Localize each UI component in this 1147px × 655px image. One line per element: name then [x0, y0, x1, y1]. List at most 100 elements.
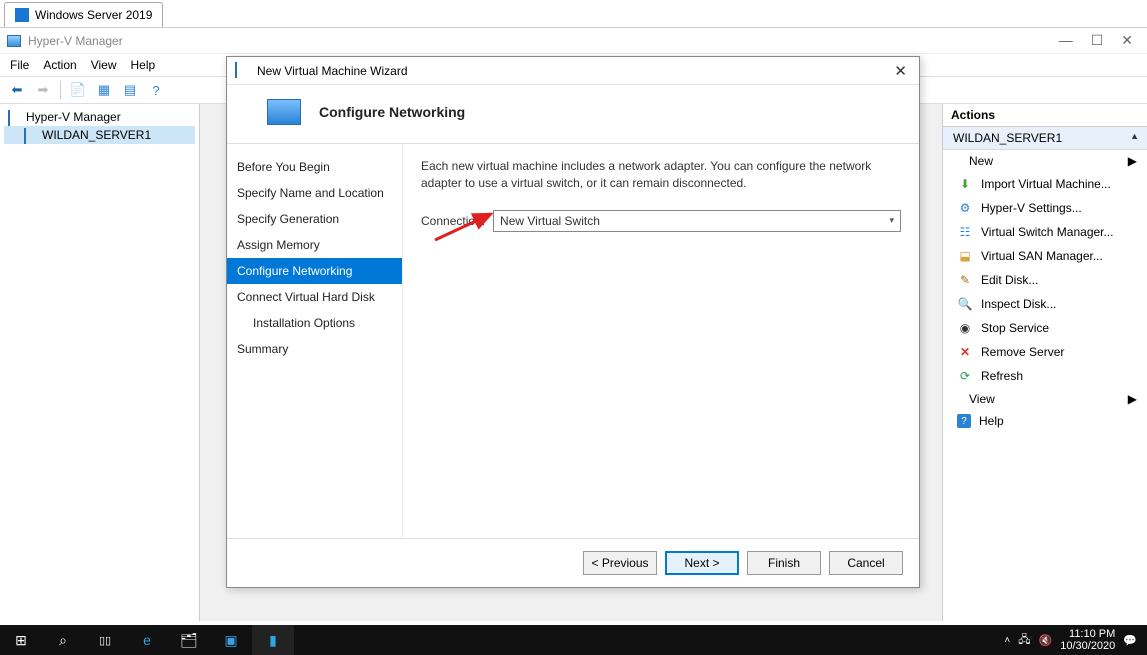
action-label: New [969, 154, 993, 168]
tray-sound-icon[interactable]: 🔇 [1039, 634, 1053, 647]
taskbar-time: 11:10 PM [1060, 628, 1115, 640]
wizard-body: Before You Begin Specify Name and Locati… [227, 144, 919, 538]
action-import-vm[interactable]: ⬇ Import Virtual Machine... [943, 172, 1147, 196]
import-icon: ⬇ [957, 176, 973, 192]
action-new[interactable]: New ▶ [943, 150, 1147, 172]
taskbar-right: ˄ 🖧 🔇 11:10 PM 10/30/2020 💬 [1004, 628, 1147, 652]
wizard-step-specify-name[interactable]: Specify Name and Location [227, 180, 402, 206]
actions-group-label: WILDAN_SERVER1 [953, 131, 1062, 145]
action-virtual-switch-manager[interactable]: ☷ Virtual Switch Manager... [943, 220, 1147, 244]
wizard-title: New Virtual Machine Wizard [257, 64, 890, 78]
previous-button[interactable]: < Previous [583, 551, 657, 575]
edit-disk-icon: ✎ [957, 272, 973, 288]
taskbar: ⊞ ⌕ ▯▯ e 🗂 ▣ ▮ ˄ 🖧 🔇 11:10 PM 10/30/2020… [0, 625, 1147, 655]
action-label: Import Virtual Machine... [981, 177, 1111, 191]
action-remove-server[interactable]: ✕ Remove Server [943, 340, 1147, 364]
start-button[interactable]: ⊞ [0, 625, 42, 655]
chevron-right-icon: ▶ [1128, 154, 1137, 168]
tray-network-icon[interactable]: 🖧 [1018, 631, 1030, 650]
action-inspect-disk[interactable]: 🔍 Inspect Disk... [943, 292, 1147, 316]
wizard-step-specify-generation[interactable]: Specify Generation [227, 206, 402, 232]
annotation-arrow-icon [433, 210, 503, 246]
action-label: Inspect Disk... [981, 297, 1056, 311]
browser-tab[interactable]: Windows Server 2019 [4, 2, 163, 27]
taskbar-server-manager[interactable]: ▣ [210, 625, 252, 655]
browser-tab-label: Windows Server 2019 [35, 8, 152, 22]
collapse-icon: ▲ [1130, 131, 1139, 145]
menu-view[interactable]: View [91, 58, 117, 72]
tree-root-label: Hyper-V Manager [26, 110, 121, 124]
action-help[interactable]: ? Help [943, 410, 1147, 432]
action-label: Edit Disk... [981, 273, 1038, 287]
action-edit-disk[interactable]: ✎ Edit Disk... [943, 268, 1147, 292]
wizard-step-assign-memory[interactable]: Assign Memory [227, 232, 402, 258]
actions-header: Actions [943, 104, 1147, 127]
action-label: Virtual Switch Manager... [981, 225, 1114, 239]
connection-dropdown[interactable]: New Virtual Switch ▾ [493, 210, 901, 232]
browser-tab-bar: Windows Server 2019 [0, 0, 1147, 28]
back-button[interactable]: ⬅ [6, 80, 28, 100]
stop-icon: ◉ [957, 320, 973, 336]
action-label: View [969, 392, 995, 406]
taskview-button[interactable]: ▯▯ [84, 625, 126, 655]
maximize-button[interactable]: ☐ [1091, 32, 1104, 49]
taskbar-left: ⊞ ⌕ ▯▯ e 🗂 ▣ ▮ [0, 625, 294, 655]
minimize-button[interactable]: — [1059, 32, 1073, 49]
action-view[interactable]: View ▶ [943, 388, 1147, 410]
taskbar-explorer[interactable]: 🗂 [168, 625, 210, 655]
wizard-titlebar: New Virtual Machine Wizard ✕ [227, 57, 919, 85]
tab-icon [15, 8, 29, 22]
search-button[interactable]: ⌕ [42, 625, 84, 655]
cancel-button[interactable]: Cancel [829, 551, 903, 575]
action-label: Remove Server [981, 345, 1064, 359]
action-stop-service[interactable]: ◉ Stop Service [943, 316, 1147, 340]
wizard-close-button[interactable]: ✕ [890, 62, 911, 80]
toolbar-separator [60, 81, 61, 99]
action-refresh[interactable]: ⟳ Refresh [943, 364, 1147, 388]
tree-panel: Hyper-V Manager WILDAN_SERVER1 [0, 104, 200, 621]
chevron-right-icon: ▶ [1128, 392, 1137, 406]
tree-root[interactable]: Hyper-V Manager [4, 108, 195, 126]
menu-action[interactable]: Action [43, 58, 76, 72]
taskbar-clock[interactable]: 11:10 PM 10/30/2020 [1060, 628, 1115, 652]
remove-icon: ✕ [957, 344, 973, 360]
wizard-header: Configure Networking [227, 85, 919, 144]
san-icon: ⬓ [957, 248, 973, 264]
actions-group-header[interactable]: WILDAN_SERVER1 ▲ [943, 127, 1147, 150]
chevron-down-icon: ▾ [889, 215, 894, 226]
taskbar-hyperv[interactable]: ▮ [252, 625, 294, 655]
wizard-step-configure-networking[interactable]: Configure Networking [227, 258, 402, 284]
finish-button[interactable]: Finish [747, 551, 821, 575]
app-title: Hyper-V Manager [28, 34, 1059, 48]
action-label: Refresh [981, 369, 1023, 383]
close-button[interactable]: ✕ [1121, 32, 1133, 49]
forward-button[interactable]: ➡ [32, 80, 54, 100]
help-icon[interactable]: ? [145, 80, 167, 100]
wizard-step-connect-vhd[interactable]: Connect Virtual Hard Disk [227, 284, 402, 310]
wizard-heading: Configure Networking [319, 104, 465, 120]
action-label: Hyper-V Settings... [981, 201, 1082, 215]
action-hyperv-settings[interactable]: ⚙ Hyper-V Settings... [943, 196, 1147, 220]
menu-file[interactable]: File [10, 58, 29, 72]
properties-icon[interactable]: 📄 [67, 80, 89, 100]
toolbar-icon-1[interactable]: ▦ [93, 80, 115, 100]
wizard-icon [235, 63, 251, 79]
action-virtual-san-manager[interactable]: ⬓ Virtual SAN Manager... [943, 244, 1147, 268]
tray-up-icon[interactable]: ˄ [1004, 635, 1010, 646]
toolbar-icon-2[interactable]: ▤ [119, 80, 141, 100]
switch-icon: ☷ [957, 224, 973, 240]
tree-server[interactable]: WILDAN_SERVER1 [4, 126, 195, 144]
notifications-icon[interactable]: 💬 [1123, 634, 1137, 647]
wizard-step-installation-options[interactable]: Installation Options [227, 310, 402, 336]
next-button[interactable]: Next > [665, 551, 739, 575]
action-label: Virtual SAN Manager... [981, 249, 1103, 263]
taskbar-date: 10/30/2020 [1060, 640, 1115, 652]
wizard-step-before-you-begin[interactable]: Before You Begin [227, 154, 402, 180]
menu-help[interactable]: Help [131, 58, 156, 72]
taskbar-ie[interactable]: e [126, 625, 168, 655]
wizard-step-summary[interactable]: Summary [227, 336, 402, 362]
server-icon [24, 129, 38, 141]
wizard-buttons: < Previous Next > Finish Cancel [227, 538, 919, 587]
tree-server-label: WILDAN_SERVER1 [42, 128, 151, 142]
settings-icon: ⚙ [957, 200, 973, 216]
